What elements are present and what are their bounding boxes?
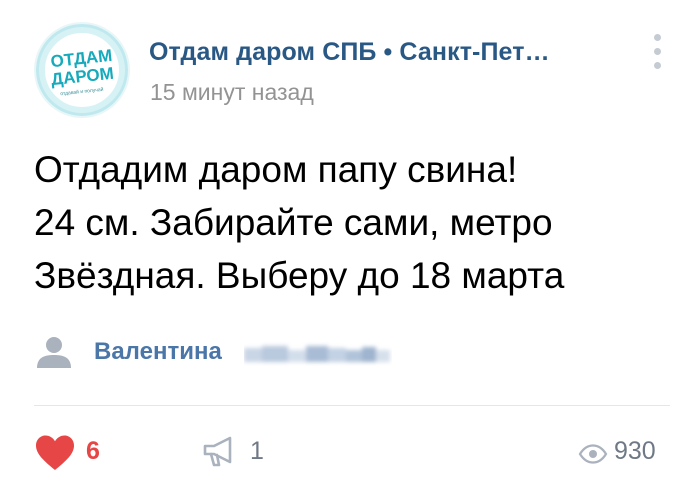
- group-avatar[interactable]: ОТДАМ ДАРОМ отдавай и получай: [34, 22, 130, 118]
- post-text-line: Отдадим даром папу свина!: [34, 149, 518, 190]
- post-timestamp[interactable]: 15 минут назад: [150, 79, 314, 106]
- like-count: 6: [86, 437, 100, 465]
- blurred-surname: [244, 340, 392, 366]
- views-counter: 930: [578, 430, 668, 476]
- share-button[interactable]: 1: [202, 430, 312, 476]
- share-count: 1: [250, 437, 264, 465]
- post-text: Отдадим даром папу свина! 24 см. Забирай…: [34, 143, 674, 302]
- group-name-link[interactable]: Отдам даром СПБ • Санкт-Пет…: [149, 38, 550, 67]
- post-actions: 6 1 930: [34, 430, 670, 478]
- more-dot-icon: [654, 34, 661, 41]
- views-count: 930: [614, 437, 656, 465]
- footer-divider: [34, 405, 670, 406]
- more-options-button[interactable]: [646, 32, 670, 72]
- like-button[interactable]: 6: [34, 430, 124, 476]
- post-author[interactable]: Валентина: [34, 336, 454, 372]
- eye-icon: [578, 444, 608, 464]
- author-name-link[interactable]: Валентина: [94, 338, 222, 366]
- more-dot-icon: [654, 62, 661, 69]
- megaphone-icon: [203, 436, 232, 467]
- post-text-line: 24 см. Забирайте сами, метро: [34, 202, 553, 243]
- user-icon: [34, 336, 74, 370]
- post-header: ОТДАМ ДАРОМ отдавай и получай Отдам даро…: [34, 22, 674, 122]
- wall-post: ОТДАМ ДАРОМ отдавай и получай Отдам даро…: [0, 0, 700, 493]
- group-logo: ОТДАМ ДАРОМ отдавай и получай: [36, 24, 128, 116]
- post-text-line: Звёздная. Выберу до 18 марта: [34, 255, 565, 296]
- more-dot-icon: [654, 48, 661, 55]
- heart-icon: [36, 435, 74, 470]
